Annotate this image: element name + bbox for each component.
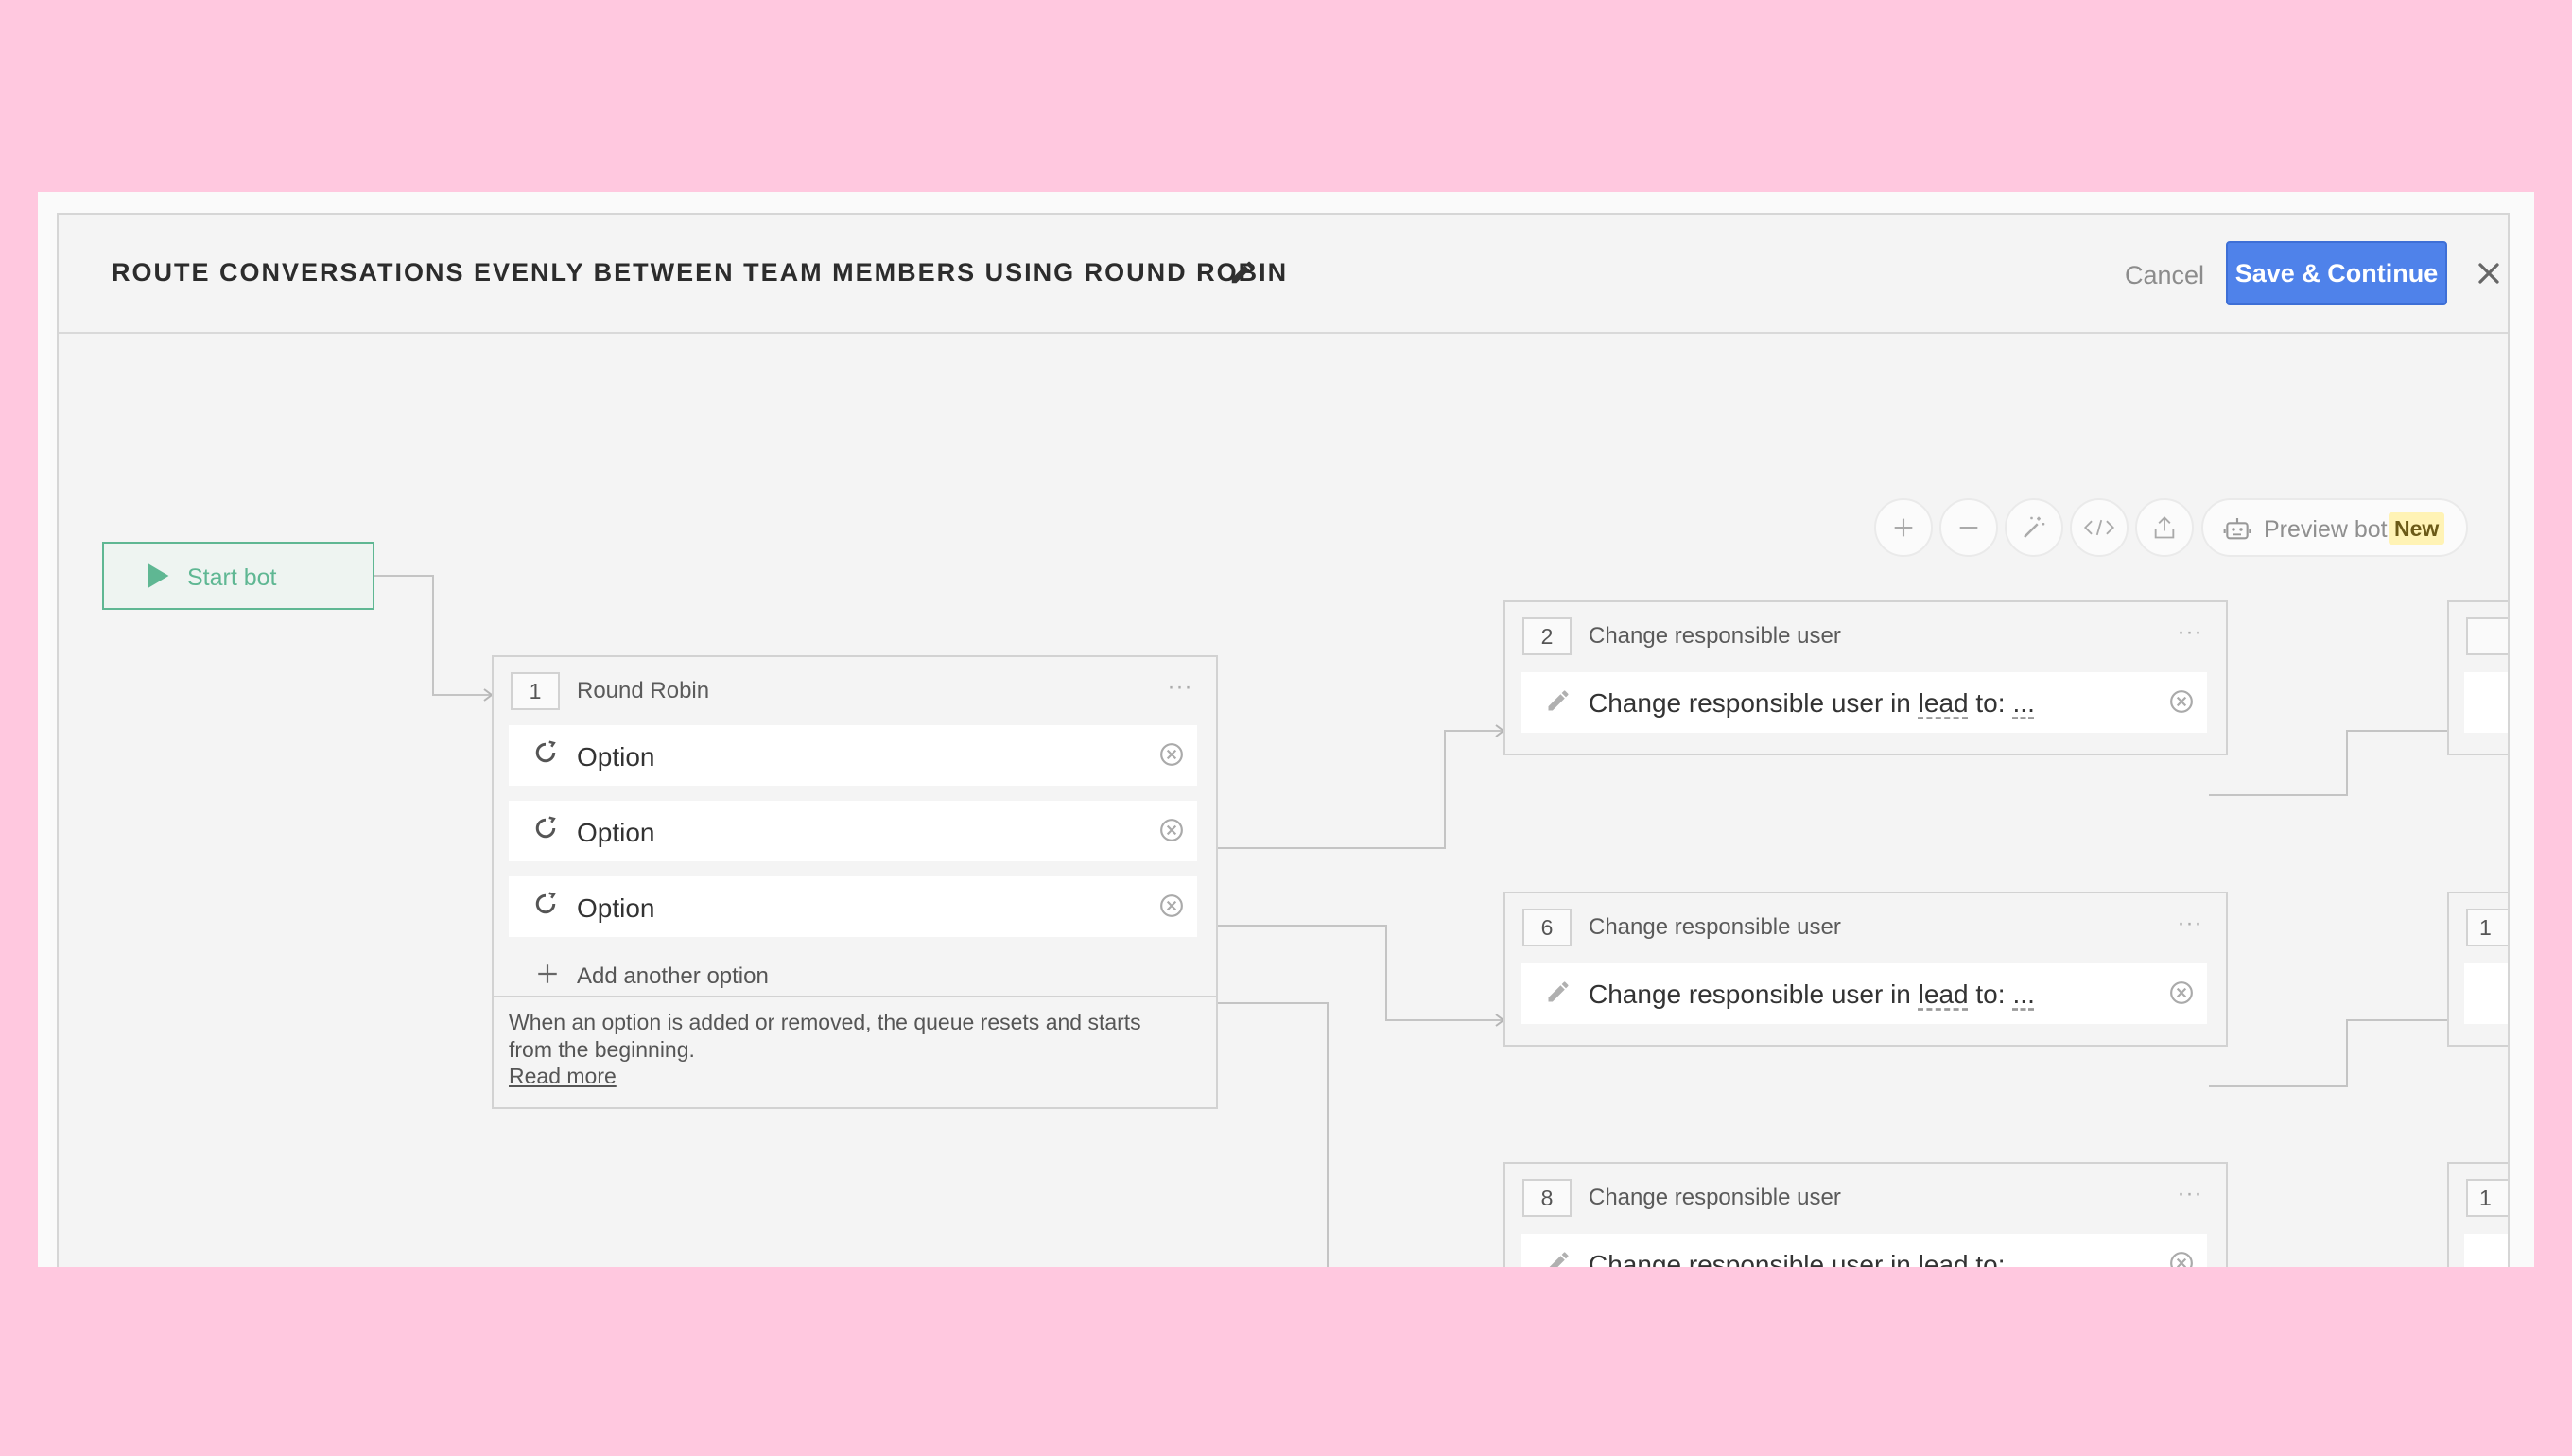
magic-wand-icon xyxy=(2024,516,2045,538)
entity-selector[interactable]: lead xyxy=(1919,1250,1969,1267)
cancel-button[interactable]: Cancel xyxy=(2125,256,2204,294)
code-icon xyxy=(2083,519,2115,536)
preview-bot-label: Preview bot xyxy=(2264,516,2388,543)
rotate-icon xyxy=(535,816,556,839)
node-menu-button[interactable]: ··· xyxy=(2171,910,2209,939)
remove-option-icon[interactable] xyxy=(1159,818,1184,842)
step-number: 1 xyxy=(2466,1179,2508,1217)
action-node[interactable]: 8 Change responsible user ··· Change res… xyxy=(1503,1162,2228,1267)
start-bot-node[interactable]: Start bot xyxy=(102,542,374,610)
user-selector[interactable]: ... xyxy=(2013,979,2035,1009)
node-menu-button[interactable]: ··· xyxy=(1161,674,1199,702)
option-label: Option xyxy=(577,742,655,771)
start-bot-label: Start bot xyxy=(187,564,277,591)
round-robin-option[interactable]: Option xyxy=(509,801,1197,861)
option-label: Option xyxy=(577,818,655,847)
robot-icon xyxy=(2223,518,2251,540)
bot-title: ROUTE CONVERSATIONS EVENLY BETWEEN TEAM … xyxy=(112,258,1289,286)
action-row[interactable]: Change responsible user in lead to:... xyxy=(1521,963,2207,1024)
action-text: Change responsible user in lead to:... xyxy=(1589,979,2035,1009)
auto-arrange-button[interactable] xyxy=(2005,498,2063,557)
bot-flow-canvas[interactable]: Preview bot New Start bot 1 Round Robin … xyxy=(59,334,2508,1267)
action-node[interactable]: 2 Change responsible user ··· Change res… xyxy=(1503,600,2228,755)
action-row[interactable] xyxy=(2464,1234,2508,1267)
pencil-icon xyxy=(1548,690,1569,711)
preview-bot-button[interactable]: Preview bot New xyxy=(2201,498,2468,557)
edit-title-icon[interactable] xyxy=(1228,258,1257,286)
zoom-in-icon xyxy=(1894,518,1913,537)
node-menu-button[interactable]: ··· xyxy=(2171,619,2209,648)
queue-reset-note: When an option is added or removed, the … xyxy=(509,1010,1141,1062)
play-icon xyxy=(148,563,169,588)
step-number: 6 xyxy=(1522,909,1572,946)
action-row[interactable]: Change responsible user in lead to:... xyxy=(1521,1234,2207,1267)
action-row[interactable] xyxy=(2464,963,2508,1024)
offscreen-node[interactable]: 1 xyxy=(2447,1162,2508,1267)
export-button[interactable] xyxy=(2135,498,2194,557)
step-number xyxy=(2466,617,2508,655)
step-number: 1 xyxy=(511,672,560,710)
read-more-link[interactable]: Read more xyxy=(509,1064,617,1089)
screenshot-frame: ROUTE CONVERSATIONS EVENLY BETWEEN TEAM … xyxy=(38,192,2534,1267)
round-robin-node[interactable]: 1 Round Robin ··· Option Option Option A… xyxy=(492,655,1218,1109)
action-row[interactable] xyxy=(2464,672,2508,733)
remove-option-icon[interactable] xyxy=(1159,742,1184,767)
action-row[interactable]: Change responsible user in lead to:... xyxy=(1521,672,2207,733)
node-title: Change responsible user xyxy=(1589,623,1841,649)
add-option-label: Add another option xyxy=(577,963,769,989)
step-number: 2 xyxy=(1522,617,1572,655)
user-selector[interactable]: ... xyxy=(2013,688,2035,718)
offscreen-node[interactable] xyxy=(2447,600,2508,755)
remove-action-icon[interactable] xyxy=(2169,1251,2194,1267)
round-robin-option[interactable]: Option xyxy=(509,725,1197,786)
rotate-icon xyxy=(535,892,556,914)
node-title: Change responsible user xyxy=(1589,914,1841,940)
modal-header: ROUTE CONVERSATIONS EVENLY BETWEEN TEAM … xyxy=(59,215,2508,334)
remove-option-icon[interactable] xyxy=(1159,893,1184,918)
entity-selector[interactable]: lead xyxy=(1919,979,1969,1009)
user-selector[interactable]: ... xyxy=(2013,1250,2035,1267)
pencil-icon xyxy=(1549,1252,1569,1267)
bot-editor-modal: ROUTE CONVERSATIONS EVENLY BETWEEN TEAM … xyxy=(57,213,2510,1267)
divider xyxy=(494,996,1216,997)
export-icon xyxy=(2154,516,2175,539)
action-text: Change responsible user in lead to:... xyxy=(1589,1250,2035,1267)
code-view-button[interactable] xyxy=(2070,498,2129,557)
save-continue-button[interactable]: Save & Continue xyxy=(2226,241,2447,305)
action-node[interactable]: 6 Change responsible user ··· Change res… xyxy=(1503,892,2228,1047)
step-number: 1 xyxy=(2466,909,2508,946)
entity-selector[interactable]: lead xyxy=(1919,688,1969,718)
node-menu-button[interactable]: ··· xyxy=(2171,1181,2209,1209)
window-edge xyxy=(38,192,671,215)
zoom-out-icon xyxy=(1959,526,1978,529)
rotate-icon xyxy=(535,740,556,763)
node-title: Change responsible user xyxy=(1589,1185,1841,1210)
node-title: Round Robin xyxy=(577,678,710,703)
option-label: Option xyxy=(577,893,655,923)
action-text: Change responsible user in lead to:... xyxy=(1589,688,2035,718)
connector-lines xyxy=(374,575,2470,1267)
pencil-icon xyxy=(1548,981,1569,1002)
remove-action-icon[interactable] xyxy=(2169,689,2194,714)
new-badge: New xyxy=(2389,512,2445,545)
round-robin-option[interactable]: Option xyxy=(509,876,1197,937)
remove-action-icon[interactable] xyxy=(2169,980,2194,1005)
offscreen-node[interactable]: 1 xyxy=(2447,892,2508,1047)
step-number: 8 xyxy=(1522,1179,1572,1217)
close-icon[interactable] xyxy=(2472,256,2506,290)
plus-icon xyxy=(538,964,557,983)
zoom-out-button[interactable] xyxy=(1939,498,1998,557)
zoom-in-button[interactable] xyxy=(1874,498,1933,557)
